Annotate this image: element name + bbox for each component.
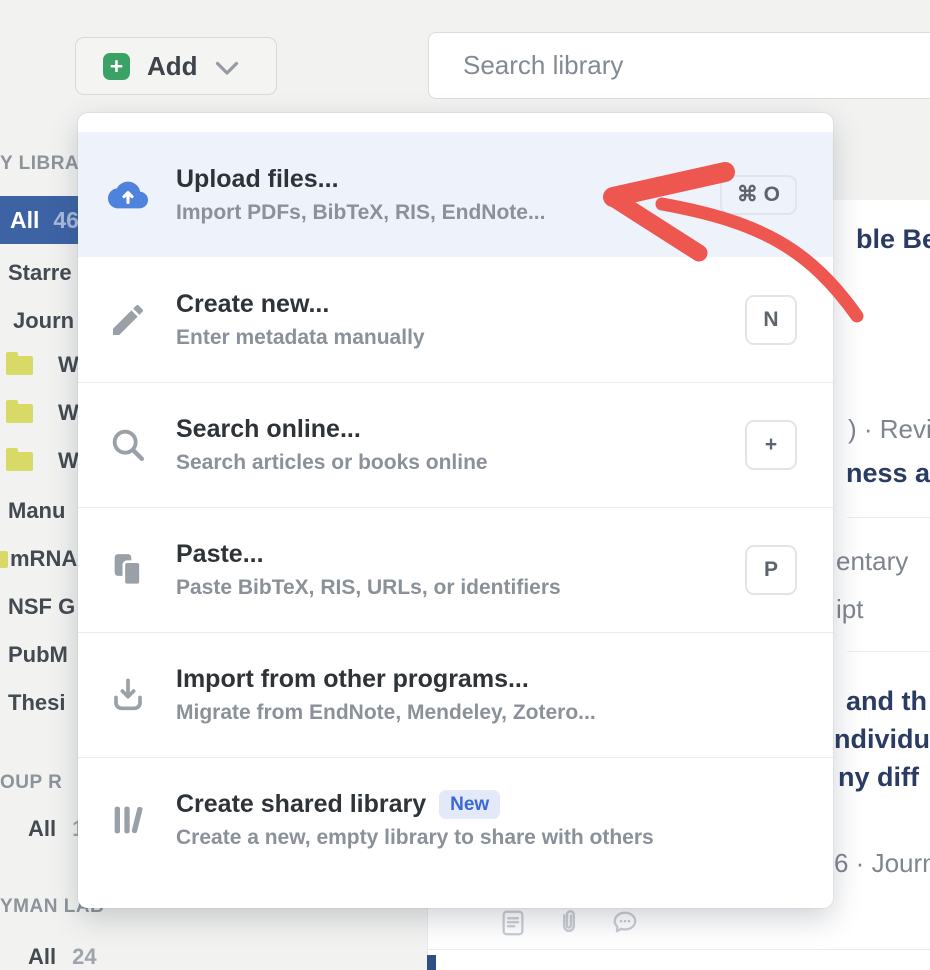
menu-item-title: Upload files... <box>176 165 545 194</box>
paper-meta-fragment: entary <box>836 546 908 577</box>
menu-item-subtitle: Migrate from EndNote, Mendeley, Zotero..… <box>176 701 596 725</box>
menu-item-search-online[interactable]: Search online... Search articles or book… <box>78 382 833 507</box>
library-books-icon <box>108 800 148 840</box>
paper-title-fragment[interactable]: ny diff <box>838 762 919 793</box>
plus-icon: + <box>103 53 130 80</box>
list-row-divider <box>428 949 930 950</box>
cloud-upload-icon <box>108 175 148 215</box>
list-row-divider <box>847 651 930 652</box>
menu-item-upload-files[interactable]: Upload files... Import PDFs, BibTeX, RIS… <box>78 132 833 257</box>
menu-item-subtitle: Create a new, empty library to share wit… <box>176 826 654 850</box>
paste-icon <box>108 550 148 590</box>
shortcut-badge: + <box>745 420 797 470</box>
sidebar-item-count: 46 <box>53 207 79 234</box>
menu-item-subtitle: Paste BibTeX, RIS, URLs, or identifiers <box>176 576 561 600</box>
label-tag-icon <box>0 551 8 568</box>
paper-meta-fragment: ) · Revie <box>848 414 930 445</box>
comments-icon[interactable] <box>610 908 640 943</box>
shortcut-badge: ⌘ O <box>720 175 797 215</box>
import-download-icon <box>108 675 148 715</box>
folder-icon <box>6 404 33 423</box>
list-row-divider <box>847 517 930 518</box>
sidebar-item-manuscripts[interactable]: Manu <box>8 498 65 524</box>
folder-icon <box>6 356 33 375</box>
menu-item-title: Import from other programs... <box>176 665 596 694</box>
paper-meta-fragment: 6 · Journ <box>834 848 930 879</box>
sidebar-item-label: All <box>28 816 56 842</box>
menu-item-subtitle: Import PDFs, BibTeX, RIS, EndNote... <box>176 201 545 225</box>
add-button-label: Add <box>147 51 198 82</box>
paper-title-fragment[interactable]: ble Bed <box>856 224 930 255</box>
shortcut-badge: N <box>745 295 797 345</box>
search-icon <box>108 425 148 465</box>
new-badge: New <box>439 790 500 819</box>
sidebar-header-group: OUP R <box>0 772 62 794</box>
menu-item-subtitle: Search articles or books online <box>176 451 488 475</box>
sidebar-item-label: All <box>10 207 39 234</box>
menu-item-subtitle: Enter metadata manually <box>176 326 425 350</box>
paper-title-fragment[interactable]: ndividu <box>834 724 930 755</box>
sidebar-item-lab-all[interactable]: All 24 <box>28 944 97 970</box>
menu-item-import-programs[interactable]: Import from other programs... Migrate fr… <box>78 632 833 757</box>
sidebar-header-my-library: Y LIBRA <box>0 153 79 175</box>
add-button[interactable]: + Add <box>75 37 277 95</box>
attachment-icon[interactable] <box>554 908 584 943</box>
menu-item-create-shared-library[interactable]: Create shared library New Create a new, … <box>78 757 833 882</box>
search-box <box>428 32 930 99</box>
paper-meta-fragment: ipt <box>836 594 863 625</box>
shortcut-badge: P <box>745 545 797 595</box>
selected-row-accent-bar <box>427 955 436 970</box>
menu-item-title: Paste... <box>176 540 561 569</box>
sidebar-item-count: 24 <box>72 944 96 970</box>
sidebar-item-all-selected[interactable]: All 46 <box>0 196 80 244</box>
menu-item-title: Create new... <box>176 290 425 319</box>
sidebar-item-journal[interactable]: Journ <box>13 308 74 334</box>
menu-item-title: Create shared library <box>176 790 426 819</box>
paper-title-fragment[interactable]: and th <box>846 686 927 717</box>
search-input[interactable] <box>429 33 930 98</box>
sidebar-item-mrna[interactable]: mRNA <box>10 546 77 572</box>
chevron-down-icon <box>215 57 239 76</box>
sidebar-item-thesis[interactable]: Thesi <box>8 690 65 716</box>
pencil-icon <box>108 300 148 340</box>
sidebar-item-nsf-grant[interactable]: NSF G <box>8 594 75 620</box>
folder-icon <box>6 452 33 471</box>
sidebar-item-pubmed[interactable]: PubM <box>8 642 68 668</box>
notes-icon[interactable] <box>498 908 528 943</box>
menu-item-create-new[interactable]: Create new... Enter metadata manually N <box>78 257 833 382</box>
sidebar-item-label: All <box>28 944 56 970</box>
sidebar-item-starred[interactable]: Starre <box>8 260 72 286</box>
add-dropdown-menu: Upload files... Import PDFs, BibTeX, RIS… <box>78 113 833 908</box>
paper-title-fragment[interactable]: ness an <box>846 458 930 489</box>
menu-item-paste[interactable]: Paste... Paste BibTeX, RIS, URLs, or ide… <box>78 507 833 632</box>
menu-item-title: Search online... <box>176 415 488 444</box>
paper-action-icons <box>498 908 640 943</box>
